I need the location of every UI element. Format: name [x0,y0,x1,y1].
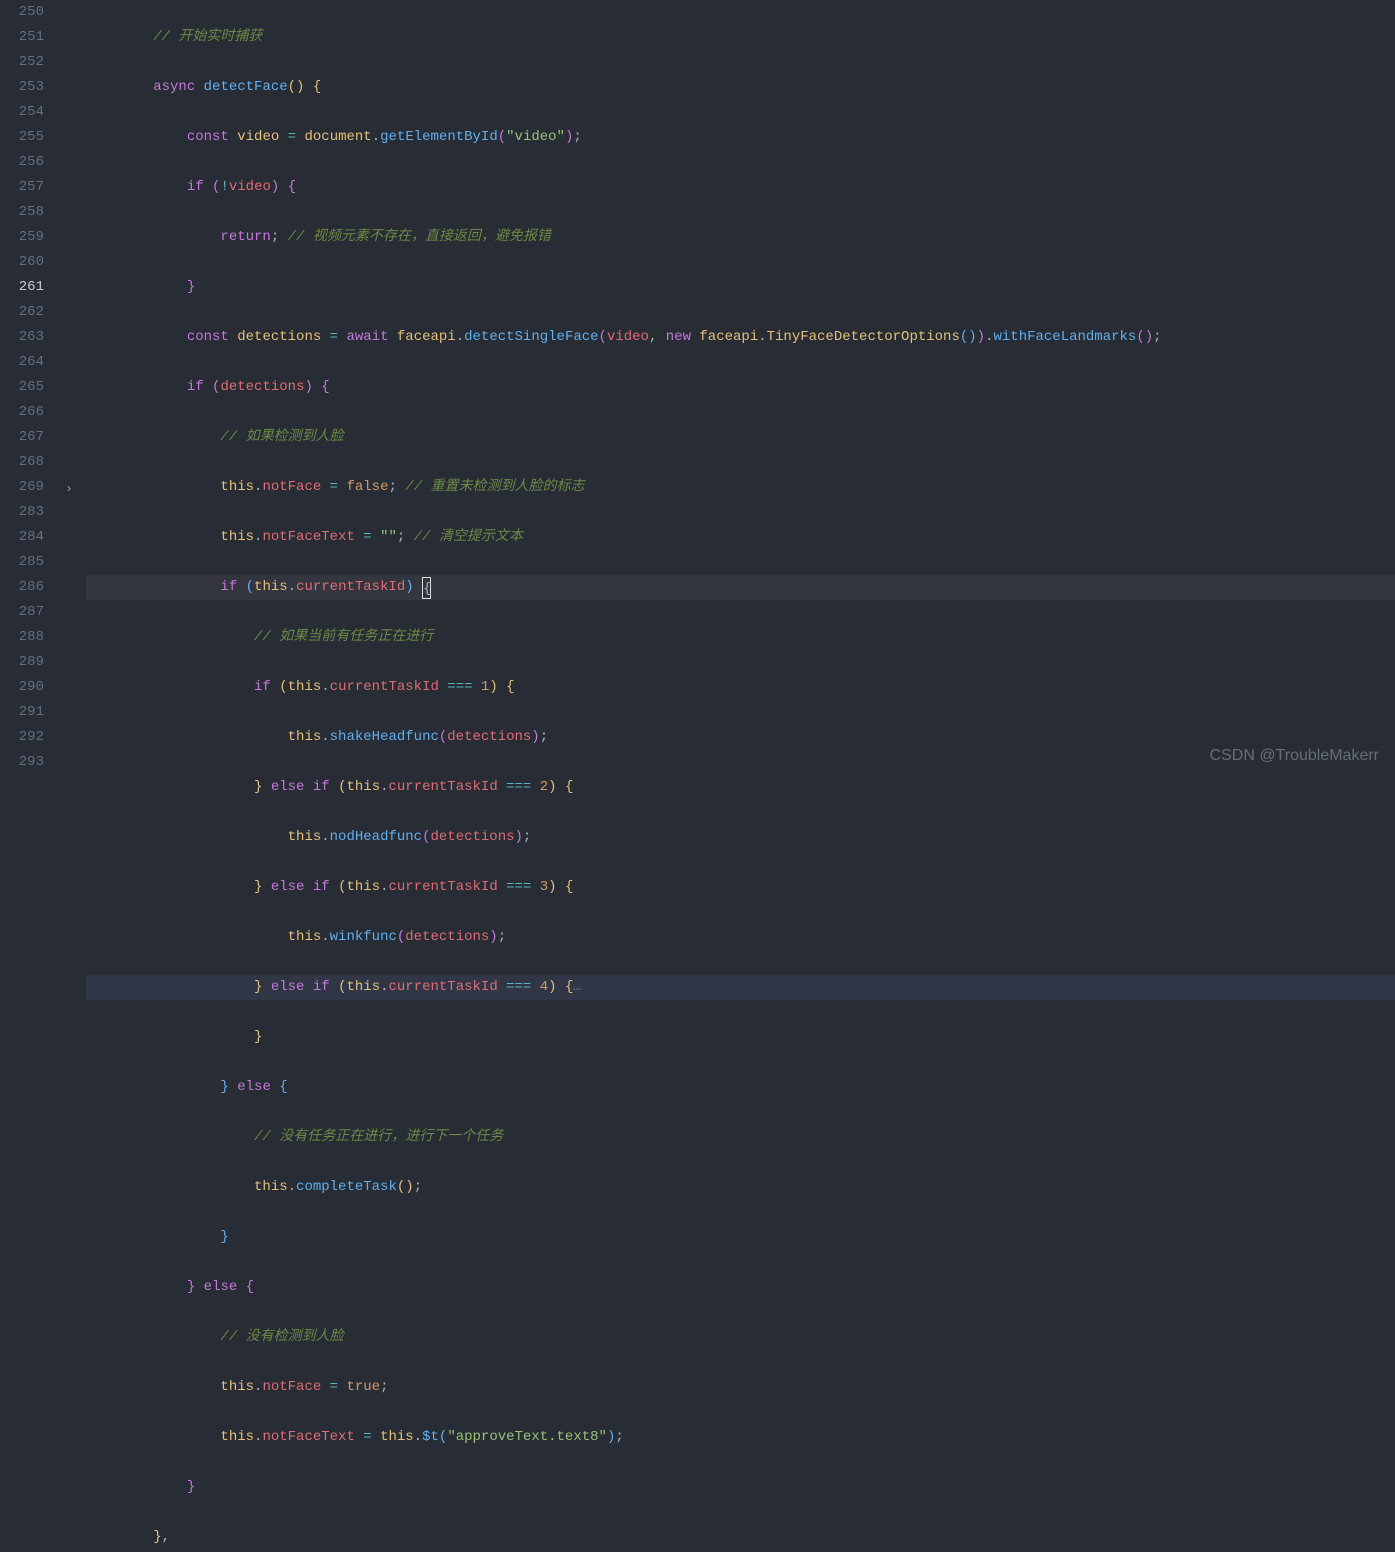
code-line: } else { [86,1075,1395,1100]
code-line: this.shakeHeadfunc(detections); [86,725,1395,750]
code-line: } else { [86,1275,1395,1300]
line-number: 264 [0,350,44,375]
line-number: 287 [0,600,44,625]
line-number: 255 [0,125,44,150]
line-number: 291 [0,700,44,725]
line-number: 256 [0,150,44,175]
line-number: 288 [0,625,44,650]
line-number: 293 [0,750,44,775]
line-number: 267 [0,425,44,450]
code-line: this.notFaceText = this.$t("approveText.… [86,1425,1395,1450]
text-cursor: { [422,577,431,599]
code-line: } [86,1025,1395,1050]
code-line: // 没有任务正在进行，进行下一个任务 [86,1125,1395,1150]
line-number: 283 [0,500,44,525]
line-number: 260 [0,250,44,275]
line-number-gutter: 250 251 252 253 254 255 256 257 258 259 … [0,0,62,776]
code-editor[interactable]: 250 251 252 253 254 255 256 257 258 259 … [0,0,1395,776]
code-line: } [86,275,1395,300]
code-line: const video = document.getElementById("v… [86,125,1395,150]
line-number: 253 [0,75,44,100]
line-number: 269 [0,475,44,500]
code-line: } [86,1225,1395,1250]
code-line: // 如果当前有任务正在进行 [86,625,1395,650]
line-number: 252 [0,50,44,75]
code-line: }, [86,1525,1395,1550]
code-line: // 开始实时捕获 [86,25,1395,50]
line-number: 251 [0,25,44,50]
code-line: this.winkfunc(detections); [86,925,1395,950]
line-number: 262 [0,300,44,325]
code-line: // 如果检测到人脸 [86,425,1395,450]
watermark: CSDN @TroubleMakerr [1210,743,1379,768]
line-number: 290 [0,675,44,700]
line-number: 263 [0,325,44,350]
code-line: } [86,1475,1395,1500]
code-line: this.notFaceText = ""; // 清空提示文本 [86,525,1395,550]
code-line: } else if (this.currentTaskId === 2) { [86,775,1395,800]
code-line: } else if (this.currentTaskId === 4) {… [86,975,1395,1000]
line-number: 254 [0,100,44,125]
line-number: 259 [0,225,44,250]
line-number: 265 [0,375,44,400]
code-line: if (!video) { [86,175,1395,200]
fold-column: › [62,0,78,776]
line-number: 266 [0,400,44,425]
code-line: if (this.currentTaskId) { [86,575,1395,600]
code-line: this.completeTask(); [86,1175,1395,1200]
line-number: 286 [0,575,44,600]
line-number: 268 [0,450,44,475]
code-line: const detections = await faceapi.detectS… [86,325,1395,350]
code-area[interactable]: // 开始实时捕获 async detectFace() { const vid… [78,0,1395,776]
code-line: this.notFace = true; [86,1375,1395,1400]
code-line: if (detections) { [86,375,1395,400]
code-line: // 没有检测到人脸 [86,1325,1395,1350]
code-line: return; // 视频元素不存在，直接返回，避免报错 [86,225,1395,250]
line-number: 257 [0,175,44,200]
line-number: 250 [0,0,44,25]
code-line: } else if (this.currentTaskId === 3) { [86,875,1395,900]
code-line: this.nodHeadfunc(detections); [86,825,1395,850]
code-line: this.notFace = false; // 重置未检测到人脸的标志 [86,475,1395,500]
code-line: if (this.currentTaskId === 1) { [86,675,1395,700]
line-number: 258 [0,200,44,225]
line-number: 285 [0,550,44,575]
line-number: 289 [0,650,44,675]
line-number: 284 [0,525,44,550]
code-line: async detectFace() { [86,75,1395,100]
line-number: 292 [0,725,44,750]
line-number: 261 [0,275,44,300]
chevron-right-icon[interactable]: › [62,477,76,502]
